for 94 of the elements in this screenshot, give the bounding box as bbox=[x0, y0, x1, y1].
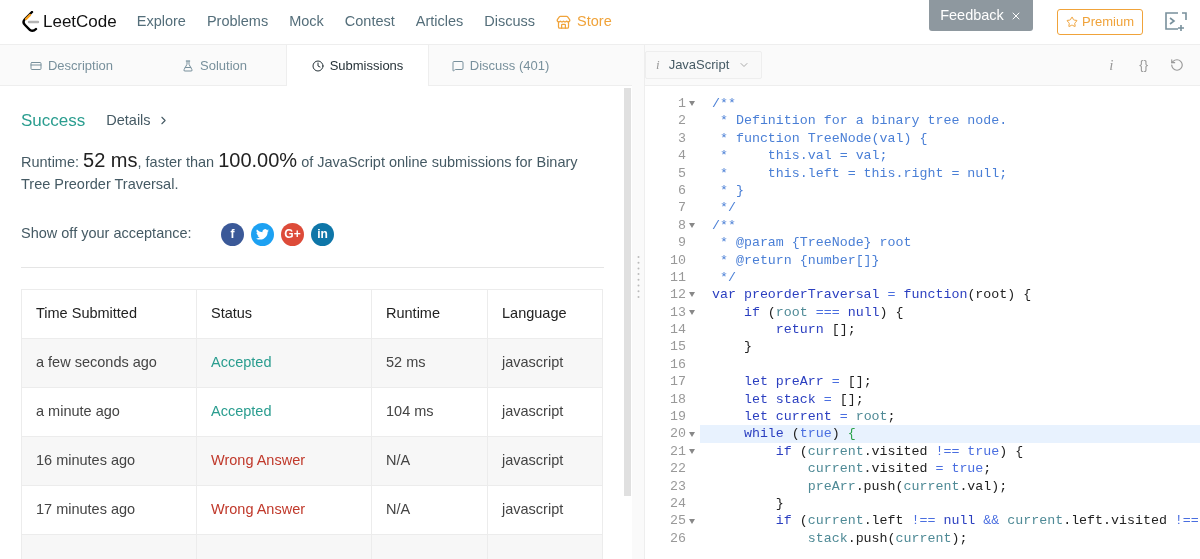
tab[interactable]: Submissions bbox=[286, 45, 429, 86]
line-number: 15 bbox=[670, 338, 686, 356]
logo-text: LeetCode bbox=[43, 11, 117, 34]
status-cell[interactable]: Accepted bbox=[196, 387, 372, 436]
runtime-summary: Runtime: 52 ms, faster than 100.00% of JavaScript online submissions for Binary Tree Preorder Traversal. bbox=[21, 148, 579, 194]
table-cell: 17 minutes ago bbox=[21, 485, 197, 534]
status-cell[interactable]: Wrong Answer bbox=[196, 485, 372, 534]
language-dropdown[interactable]: i JavaScript bbox=[645, 51, 762, 79]
nav-link[interactable]: Articles bbox=[415, 11, 464, 33]
share-label: Show off your acceptance: bbox=[21, 224, 193, 244]
line-number: 26 bbox=[670, 529, 686, 548]
line-number: 20 bbox=[670, 425, 686, 443]
table-cell: N/A bbox=[371, 436, 488, 485]
table-cell: 52 ms bbox=[371, 338, 488, 387]
tab[interactable]: Solution bbox=[143, 45, 286, 86]
nav-link[interactable]: Discuss bbox=[484, 11, 536, 33]
status-cell[interactable]: Accepted bbox=[196, 338, 372, 387]
line-number: 17 bbox=[670, 373, 686, 391]
code-line: * this.val = val; bbox=[718, 148, 888, 164]
code-line: while (true) { bbox=[742, 426, 856, 442]
line-number: 24 bbox=[670, 495, 686, 513]
table-cell: N/A bbox=[371, 485, 488, 534]
code-line: let preArr = []; bbox=[742, 374, 872, 390]
feedback-label: Feedback bbox=[940, 5, 1004, 25]
nav-link[interactable]: Contest bbox=[344, 11, 395, 33]
table-cell: 16 minutes ago bbox=[21, 436, 197, 485]
tab[interactable]: Discuss (401) bbox=[429, 45, 572, 86]
code-line: * @param {TreeNode} root bbox=[718, 235, 912, 251]
table-cell: a minute ago bbox=[21, 387, 197, 436]
line-number: 8 bbox=[678, 216, 686, 235]
tab[interactable]: Description bbox=[0, 45, 143, 86]
info-button[interactable]: i bbox=[1109, 53, 1114, 77]
line-number: 19 bbox=[670, 408, 686, 426]
code-line: */ bbox=[718, 269, 736, 285]
column-header: Runtime bbox=[371, 289, 488, 338]
line-number: 14 bbox=[670, 321, 686, 339]
line-number: 21 bbox=[670, 442, 686, 461]
format-button[interactable]: {} bbox=[1139, 55, 1148, 75]
status-cell[interactable]: Wrong Answer bbox=[196, 436, 372, 485]
code-line: /** bbox=[712, 217, 736, 233]
table-cell: javascript bbox=[487, 338, 603, 387]
code-line: * Definition for a binary tree node. bbox=[718, 113, 1008, 129]
line-number: 3 bbox=[678, 129, 686, 148]
code-line: * @return {number[]} bbox=[718, 252, 880, 268]
code-line: if (current.visited !== true) { bbox=[774, 443, 1024, 459]
code-line: return []; bbox=[774, 322, 856, 338]
table-cell: 104 ms bbox=[371, 387, 488, 436]
table-cell: javascript bbox=[487, 485, 603, 534]
code-line: preArr.push(current.val); bbox=[806, 478, 1008, 494]
code-line: if (root === null) { bbox=[742, 304, 904, 320]
linkedin-button[interactable]: in bbox=[311, 222, 334, 246]
code-line: stack.push(current); bbox=[806, 530, 968, 546]
nav-link[interactable]: Explore bbox=[136, 11, 186, 33]
line-number: 16 bbox=[670, 355, 686, 374]
line-number: 13 bbox=[670, 303, 686, 322]
facebook-button[interactable]: f bbox=[221, 222, 244, 246]
status-text: Success bbox=[21, 110, 86, 132]
line-number: 22 bbox=[670, 460, 686, 478]
column-header: Language bbox=[487, 289, 603, 338]
code-line: */ bbox=[718, 200, 736, 216]
code-line: current.visited = true; bbox=[806, 461, 992, 477]
code-line: let current = root; bbox=[742, 409, 896, 425]
table-cell: a few seconds ago bbox=[21, 338, 197, 387]
table-cell: javascript bbox=[487, 387, 603, 436]
nav-link[interactable]: Mock bbox=[289, 11, 324, 33]
code-line: var preorderTraversal = function(root) { bbox=[712, 287, 1032, 303]
line-number: 11 bbox=[670, 268, 686, 287]
code-line: if (current.left !== null && current.left.visited !== bbox=[774, 513, 1199, 529]
line-number: 25 bbox=[670, 512, 686, 530]
code-line: * } bbox=[718, 182, 744, 198]
line-number: 23 bbox=[670, 477, 686, 495]
line-number: 1 bbox=[678, 95, 686, 113]
line-number: 6 bbox=[678, 181, 686, 200]
line-number: 2 bbox=[678, 112, 686, 130]
line-number: 18 bbox=[670, 390, 686, 409]
column-header: Time Submitted bbox=[21, 289, 197, 338]
feedback-tab[interactable]: Feedback bbox=[929, 0, 1033, 31]
code-line: let stack = []; bbox=[742, 391, 864, 407]
google-button[interactable]: G+ bbox=[281, 222, 304, 246]
code-line: * function TreeNode(val) { bbox=[718, 130, 928, 146]
table-cell: javascript bbox=[487, 436, 603, 485]
line-number: 9 bbox=[678, 234, 686, 252]
nav-link[interactable]: Problems bbox=[206, 11, 269, 33]
code-line: * this.left = this.right = null; bbox=[718, 165, 1008, 181]
line-number: 5 bbox=[678, 164, 686, 182]
line-number: 10 bbox=[670, 251, 686, 269]
details-link[interactable]: Details bbox=[106, 109, 170, 132]
column-header: Status bbox=[196, 289, 372, 338]
code-line: } bbox=[774, 496, 784, 511]
code-line: /** bbox=[712, 96, 736, 111]
line-number: 4 bbox=[678, 147, 686, 165]
line-number: 12 bbox=[670, 286, 686, 304]
line-number: 7 bbox=[678, 199, 686, 217]
code-line: } bbox=[742, 339, 752, 355]
